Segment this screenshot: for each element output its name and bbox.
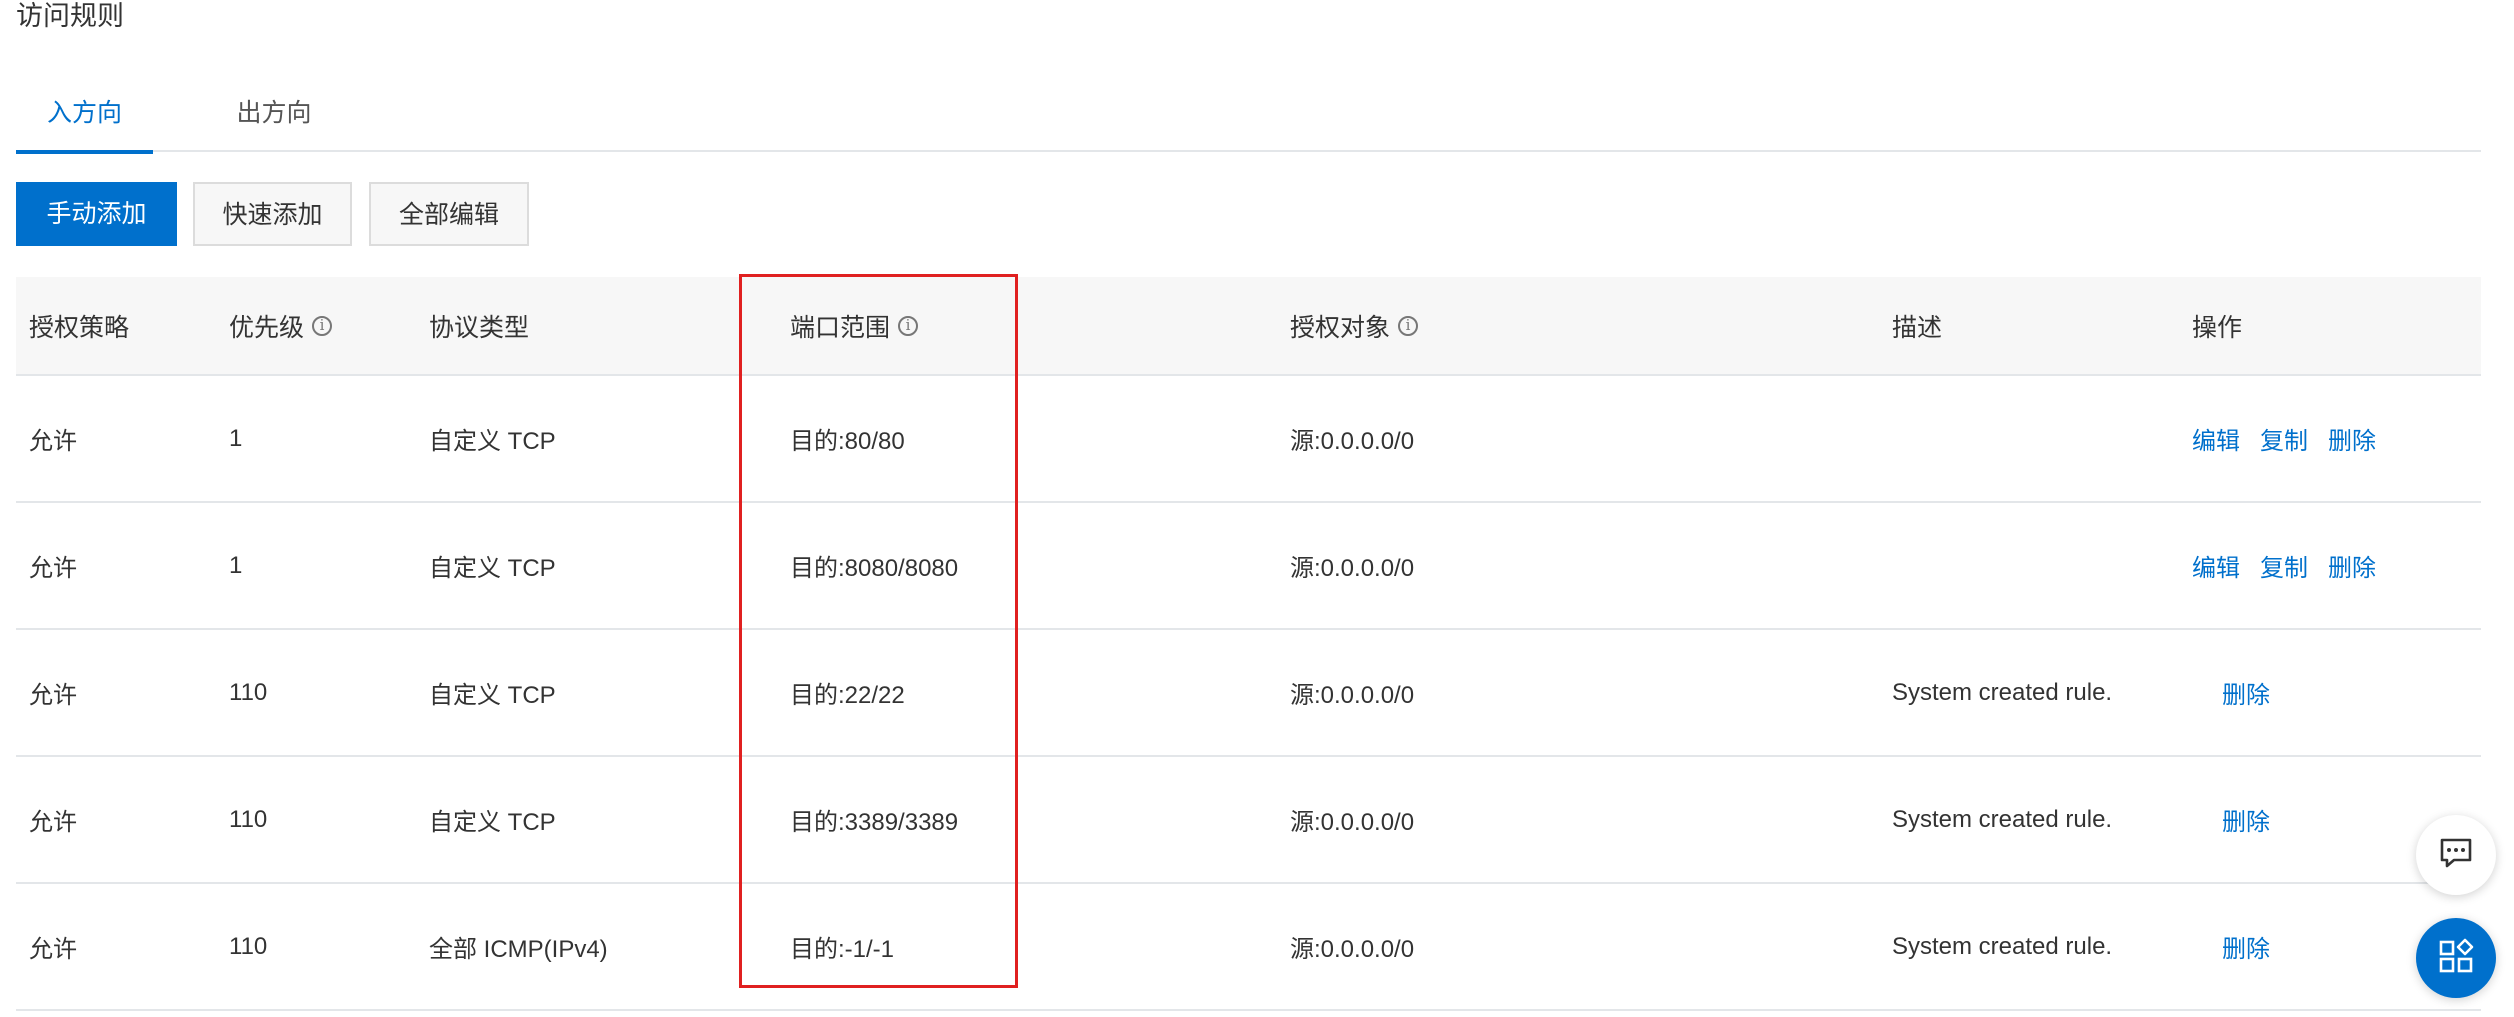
priority-cell: 110 — [229, 805, 268, 833]
port-range-cell: 目的:-1/-1 — [790, 936, 895, 963]
policy-cell: 允许 — [29, 555, 77, 582]
header-actions: 操作 — [2192, 277, 2242, 374]
table-row: 允许 110 自定义 TCP 目的:3389/3389 源:0.0.0.0/0 … — [16, 757, 2481, 884]
header-priority: 优先级 i — [229, 277, 333, 374]
chat-icon — [2436, 833, 2476, 878]
description-cell: System created rule. — [1892, 805, 2113, 833]
edit-link[interactable]: 编辑 — [2192, 421, 2240, 456]
auth-object-cell: 源:0.0.0.0/0 — [1290, 936, 1415, 963]
tab-outbound[interactable]: 出方向 — [204, 80, 344, 150]
header-protocol: 协议类型 — [429, 277, 529, 374]
port-range-cell: 目的:80/80 — [790, 428, 905, 455]
description-cell: System created rule. — [1892, 678, 2113, 706]
port-range-cell: 目的:3389/3389 — [790, 809, 959, 836]
priority-cell: 1 — [229, 551, 243, 579]
priority-cell: 110 — [229, 678, 268, 706]
table-row: 允许 1 自定义 TCP 目的:8080/8080 源:0.0.0.0/0 编辑… — [16, 503, 2481, 630]
edit-link[interactable]: 编辑 — [2192, 548, 2240, 583]
delete-link[interactable]: 删除 — [2222, 929, 2270, 964]
table-header: 授权策略 优先级 i 协议类型 端口范围 i 授权对象 i 描述 操作 — [16, 277, 2481, 376]
auth-object-cell: 源:0.0.0.0/0 — [1290, 555, 1415, 582]
actions-cell: 删除 — [2192, 630, 2290, 755]
apps-icon — [2436, 936, 2476, 981]
actions-cell: 删除 — [2192, 757, 2290, 882]
table-row: 允许 110 自定义 TCP 目的:22/22 源:0.0.0.0/0 Syst… — [16, 630, 2481, 757]
description-cell: System created rule. — [1892, 932, 2113, 960]
policy-cell: 允许 — [29, 936, 77, 963]
policy-cell: 允许 — [29, 428, 77, 455]
header-policy: 授权策略 — [29, 277, 129, 374]
direction-tabs: 入方向 出方向 — [16, 80, 2481, 154]
header-protocol-label: 协议类型 — [429, 313, 530, 342]
delete-link[interactable]: 删除 — [2328, 421, 2376, 456]
copy-link[interactable]: 复制 — [2260, 548, 2308, 583]
auth-object-cell: 源:0.0.0.0/0 — [1290, 682, 1415, 709]
edit-all-button[interactable]: 全部编辑 — [369, 182, 529, 246]
protocol-cell: 自定义 TCP — [429, 555, 556, 582]
port-range-cell: 目的:8080/8080 — [790, 555, 959, 582]
delete-link[interactable]: 删除 — [2222, 675, 2270, 710]
quick-add-button[interactable]: 快速添加 — [193, 182, 352, 246]
priority-info-icon[interactable]: i — [312, 315, 333, 336]
tab-inbound[interactable]: 入方向 — [16, 80, 153, 154]
actions-cell: 删除 — [2192, 884, 2290, 1009]
copy-link[interactable]: 复制 — [2260, 421, 2308, 456]
actions-cell: 编辑 复制 删除 — [2192, 376, 2396, 501]
table-row: 允许 1 自定义 TCP 目的:80/80 源:0.0.0.0/0 编辑 复制 … — [16, 376, 2481, 503]
header-auth-object: 授权对象 i — [1290, 277, 1419, 374]
auth-object-info-icon[interactable]: i — [1398, 315, 1419, 336]
protocol-cell: 全部 ICMP(IPv4) — [429, 936, 608, 963]
header-policy-label: 授权策略 — [29, 313, 130, 342]
auth-object-cell: 源:0.0.0.0/0 — [1290, 428, 1415, 455]
port-range-info-icon[interactable]: i — [898, 315, 919, 336]
priority-cell: 1 — [229, 424, 243, 452]
header-port-range-label: 端口范围 — [790, 313, 891, 342]
priority-cell: 110 — [229, 932, 268, 960]
policy-cell: 允许 — [29, 809, 77, 836]
port-range-cell: 目的:22/22 — [790, 682, 905, 709]
delete-link[interactable]: 删除 — [2328, 548, 2376, 583]
auth-object-cell: 源:0.0.0.0/0 — [1290, 809, 1415, 836]
header-description-label: 描述 — [1892, 313, 1943, 342]
apps-button[interactable] — [2416, 918, 2496, 998]
actions-cell: 编辑 复制 删除 — [2192, 503, 2396, 628]
protocol-cell: 自定义 TCP — [429, 682, 556, 709]
page-title: 访问规则 — [16, 1, 124, 31]
header-port-range: 端口范围 i — [790, 277, 919, 374]
protocol-cell: 自定义 TCP — [429, 809, 556, 836]
header-actions-label: 操作 — [2192, 313, 2243, 342]
policy-cell: 允许 — [29, 682, 77, 709]
protocol-cell: 自定义 TCP — [429, 428, 556, 455]
manual-add-button[interactable]: 手动添加 — [16, 182, 177, 246]
header-description: 描述 — [1892, 277, 1942, 374]
header-priority-label: 优先级 — [229, 313, 305, 342]
delete-link[interactable]: 删除 — [2222, 802, 2270, 837]
chat-button[interactable] — [2416, 815, 2496, 895]
rules-table: 授权策略 优先级 i 协议类型 端口范围 i 授权对象 i 描述 操作 允许 1… — [16, 277, 2481, 1011]
table-row: 允许 110 全部 ICMP(IPv4) 目的:-1/-1 源:0.0.0.0/… — [16, 884, 2481, 1011]
header-auth-object-label: 授权对象 — [1290, 313, 1391, 342]
